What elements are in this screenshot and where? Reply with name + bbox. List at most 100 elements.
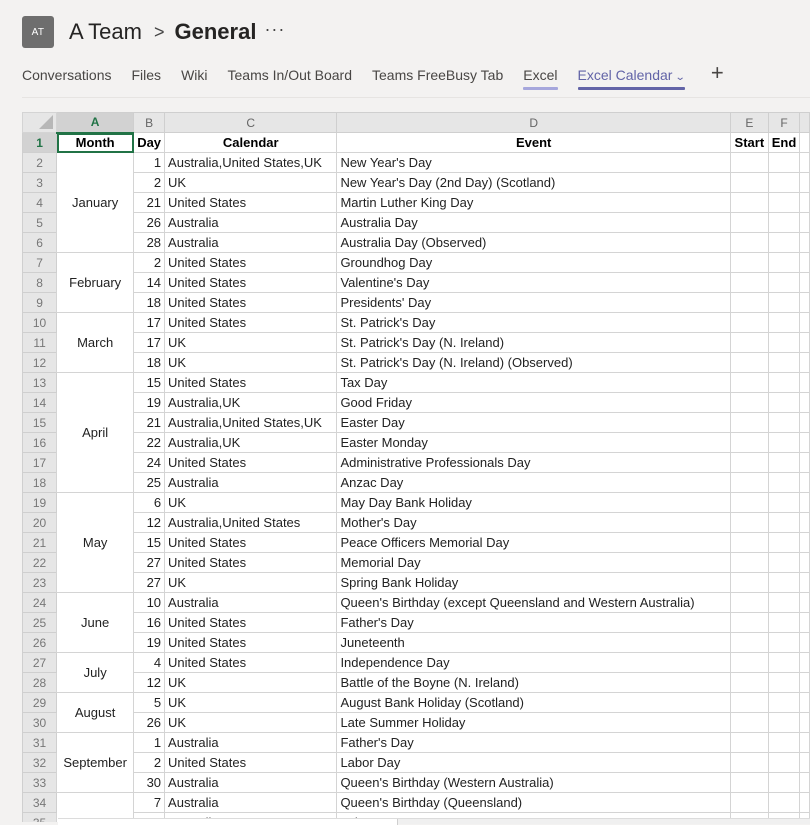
day-cell[interactable]: 21 (133, 192, 166, 213)
event-cell[interactable]: Australia Day (336, 212, 731, 233)
calendar-cell[interactable]: Australia (164, 232, 338, 253)
tab-files[interactable]: Files (132, 64, 162, 90)
empty-cell[interactable] (799, 272, 810, 293)
start-cell[interactable] (729, 732, 769, 753)
row-header[interactable]: 12 (22, 352, 58, 373)
event-cell[interactable]: Battle of the Boyne (N. Ireland) (336, 672, 731, 693)
row-header[interactable]: 32 (22, 752, 58, 773)
empty-cell[interactable] (799, 232, 810, 253)
start-cell[interactable] (729, 592, 769, 613)
calendar-cell[interactable]: Australia (164, 472, 338, 493)
calendar-cell[interactable]: UK (164, 172, 338, 193)
day-cell[interactable]: 30 (133, 772, 166, 793)
event-cell[interactable]: Labor Day (336, 752, 731, 773)
empty-cell[interactable] (799, 792, 810, 813)
end-cell[interactable] (767, 572, 801, 593)
event-cell[interactable]: Groundhog Day (336, 252, 731, 273)
event-cell[interactable]: New Year's Day (2nd Day) (Scotland) (336, 172, 731, 193)
team-avatar[interactable]: AT (22, 16, 54, 48)
start-cell[interactable] (729, 612, 769, 633)
start-cell[interactable] (729, 172, 769, 193)
row-header[interactable]: 19 (22, 492, 58, 513)
scrollbar-thumb[interactable] (58, 819, 398, 825)
month-cell[interactable]: May (56, 492, 135, 593)
day-cell[interactable]: 10 (133, 592, 166, 613)
start-cell[interactable] (729, 572, 769, 593)
start-cell[interactable] (729, 432, 769, 453)
row-header[interactable]: 30 (22, 712, 58, 733)
day-cell[interactable]: 4 (133, 652, 166, 673)
day-cell[interactable]: 2 (133, 172, 166, 193)
calendar-cell[interactable]: Australia (164, 592, 338, 613)
month-cell[interactable]: January (56, 152, 135, 253)
more-options-icon[interactable]: ··· (264, 19, 285, 40)
column-header-d[interactable]: D (336, 112, 731, 133)
event-cell[interactable]: Peace Officers Memorial Day (336, 532, 731, 553)
event-cell[interactable]: Easter Monday (336, 432, 731, 453)
column-header-g[interactable] (799, 112, 810, 133)
end-cell[interactable] (767, 592, 801, 613)
tab-excel[interactable]: Excel (523, 64, 558, 90)
cell-d1-event-header[interactable]: Event (336, 132, 731, 153)
empty-cell[interactable] (799, 392, 810, 413)
end-cell[interactable] (767, 692, 801, 713)
event-cell[interactable]: Spring Bank Holiday (336, 572, 731, 593)
end-cell[interactable] (767, 252, 801, 273)
calendar-cell[interactable]: United States (164, 292, 338, 313)
cell-c1-calendar-header[interactable]: Calendar (164, 132, 338, 153)
event-cell[interactable]: St. Patrick's Day (N. Ireland) (336, 332, 731, 353)
empty-cell[interactable] (799, 472, 810, 493)
event-cell[interactable]: Australia Day (Observed) (336, 232, 731, 253)
day-cell[interactable]: 17 (133, 332, 166, 353)
calendar-cell[interactable]: UK (164, 712, 338, 733)
calendar-cell[interactable]: UK (164, 352, 338, 373)
start-cell[interactable] (729, 492, 769, 513)
calendar-cell[interactable]: United States (164, 372, 338, 393)
calendar-cell[interactable]: Australia,United States,UK (164, 152, 338, 173)
empty-cell[interactable] (799, 212, 810, 233)
row-header[interactable]: 34 (22, 792, 58, 813)
start-cell[interactable] (729, 312, 769, 333)
day-cell[interactable]: 2 (133, 252, 166, 273)
row-header[interactable]: 33 (22, 772, 58, 793)
month-cell[interactable]: June (56, 592, 135, 653)
row-header[interactable]: 8 (22, 272, 58, 293)
row-header[interactable]: 11 (22, 332, 58, 353)
row-header[interactable]: 21 (22, 532, 58, 553)
column-header-c[interactable]: C (164, 112, 338, 133)
row-header[interactable]: 23 (22, 572, 58, 593)
day-cell[interactable]: 12 (133, 512, 166, 533)
calendar-cell[interactable]: Australia,United States,UK (164, 412, 338, 433)
start-cell[interactable] (729, 652, 769, 673)
row-header[interactable]: 2 (22, 152, 58, 173)
end-cell[interactable] (767, 672, 801, 693)
row-header[interactable]: 20 (22, 512, 58, 533)
start-cell[interactable] (729, 552, 769, 573)
end-cell[interactable] (767, 652, 801, 673)
calendar-cell[interactable]: United States (164, 632, 338, 653)
row-header[interactable]: 1 (22, 132, 58, 153)
event-cell[interactable]: St. Patrick's Day (336, 312, 731, 333)
spreadsheet-grid[interactable]: A B C D E F 1 Month Day Calendar Event S… (22, 112, 810, 822)
start-cell[interactable] (729, 292, 769, 313)
column-header-a[interactable]: A (56, 112, 135, 134)
end-cell[interactable] (767, 792, 801, 813)
calendar-cell[interactable]: United States (164, 272, 338, 293)
end-cell[interactable] (767, 372, 801, 393)
month-cell[interactable]: March (56, 312, 135, 373)
cell-a1-month-header[interactable]: Month (56, 132, 135, 153)
event-cell[interactable]: August Bank Holiday (Scotland) (336, 692, 731, 713)
calendar-cell[interactable]: United States (164, 452, 338, 473)
event-cell[interactable]: Late Summer Holiday (336, 712, 731, 733)
end-cell[interactable] (767, 392, 801, 413)
month-cell[interactable]: July (56, 652, 135, 693)
calendar-cell[interactable]: United States (164, 532, 338, 553)
team-name[interactable]: A Team (69, 19, 142, 45)
start-cell[interactable] (729, 452, 769, 473)
empty-cell[interactable] (799, 612, 810, 633)
start-cell[interactable] (729, 752, 769, 773)
end-cell[interactable] (767, 212, 801, 233)
empty-cell[interactable] (799, 772, 810, 793)
empty-cell[interactable] (799, 712, 810, 733)
start-cell[interactable] (729, 792, 769, 813)
